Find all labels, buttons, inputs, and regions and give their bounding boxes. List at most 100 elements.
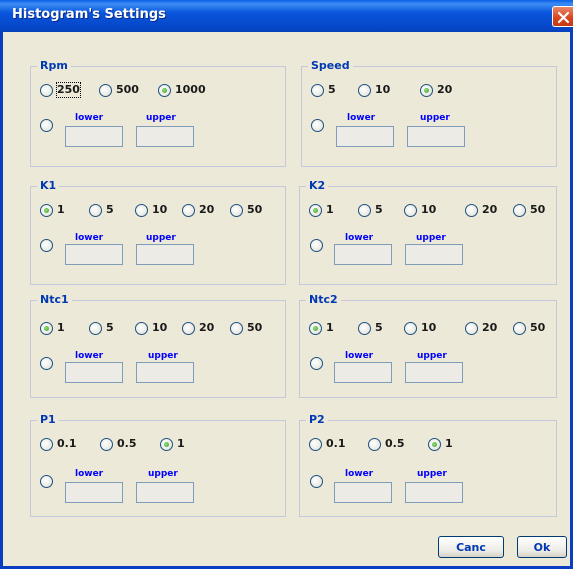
option-k2-10[interactable]: 10 bbox=[404, 202, 436, 218]
upper-input[interactable] bbox=[136, 244, 194, 265]
option-k2-1[interactable]: 1 bbox=[309, 202, 334, 218]
radio-custom-range[interactable] bbox=[40, 119, 53, 132]
option-ntc1-5[interactable]: 5 bbox=[89, 320, 114, 336]
option-speed-5[interactable]: 5 bbox=[311, 82, 336, 98]
group-rpm: Rpm 250 500 1000 lower upper bbox=[30, 59, 286, 167]
lower-input[interactable] bbox=[65, 244, 123, 265]
radio-custom-range[interactable] bbox=[40, 475, 53, 488]
upper-input[interactable] bbox=[405, 244, 463, 265]
option-ntc1-1[interactable]: 1 bbox=[40, 320, 65, 336]
lower-input[interactable] bbox=[65, 482, 123, 503]
option-k2-50[interactable]: 50 bbox=[513, 202, 545, 218]
radio-k2-10[interactable] bbox=[404, 203, 417, 217]
close-button[interactable] bbox=[552, 6, 573, 27]
cancel-button[interactable]: Canc bbox=[438, 536, 504, 558]
lower-input[interactable] bbox=[336, 126, 394, 147]
radio-k1-20[interactable] bbox=[182, 203, 195, 217]
option-label: 20 bbox=[482, 321, 498, 334]
upper-input[interactable] bbox=[405, 482, 463, 503]
radio-speed-10[interactable] bbox=[358, 83, 371, 97]
option-p1-1[interactable]: 1 bbox=[160, 436, 185, 452]
radio-p2-0.1[interactable] bbox=[309, 437, 322, 451]
radio-k2-50[interactable] bbox=[513, 203, 526, 217]
radio-ntc2-50[interactable] bbox=[513, 321, 526, 335]
upper-label: upper bbox=[148, 469, 178, 479]
radio-k1-50[interactable] bbox=[230, 203, 243, 217]
option-label: 10 bbox=[421, 203, 437, 216]
radio-custom-range[interactable] bbox=[40, 239, 53, 252]
radio-rpm-500[interactable] bbox=[99, 83, 112, 97]
radio-rpm-1000[interactable] bbox=[158, 83, 171, 97]
radio-ntc2-20[interactable] bbox=[465, 321, 478, 335]
option-label: 250 bbox=[56, 82, 81, 98]
radio-custom-range[interactable] bbox=[310, 357, 323, 370]
radio-p1-0.1[interactable] bbox=[40, 437, 53, 451]
option-k1-20[interactable]: 20 bbox=[182, 202, 214, 218]
lower-input[interactable] bbox=[334, 482, 392, 503]
option-ntc2-10[interactable]: 10 bbox=[404, 320, 436, 336]
radio-p1-0.5[interactable] bbox=[100, 437, 113, 451]
radio-k2-1[interactable] bbox=[309, 203, 322, 217]
option-ntc1-20[interactable]: 20 bbox=[182, 320, 214, 336]
option-rpm-1000[interactable]: 1000 bbox=[158, 82, 206, 98]
upper-input[interactable] bbox=[136, 482, 194, 503]
option-rpm-500[interactable]: 500 bbox=[99, 82, 139, 98]
lower-input[interactable] bbox=[334, 362, 392, 383]
radio-custom-range[interactable] bbox=[311, 119, 324, 132]
radio-rpm-250[interactable] bbox=[40, 83, 53, 97]
option-k1-10[interactable]: 10 bbox=[135, 202, 167, 218]
option-k1-50[interactable]: 50 bbox=[230, 202, 262, 218]
radio-speed-5[interactable] bbox=[311, 83, 324, 97]
upper-input[interactable] bbox=[136, 126, 194, 147]
upper-input[interactable] bbox=[136, 362, 194, 383]
option-ntc1-10[interactable]: 10 bbox=[135, 320, 167, 336]
radio-ntc1-1[interactable] bbox=[40, 321, 53, 335]
option-k2-5[interactable]: 5 bbox=[358, 202, 383, 218]
radio-p2-0.5[interactable] bbox=[368, 437, 381, 451]
radio-ntc1-20[interactable] bbox=[182, 321, 195, 335]
option-ntc1-50[interactable]: 50 bbox=[230, 320, 262, 336]
radio-k2-20[interactable] bbox=[465, 203, 478, 217]
radio-k2-5[interactable] bbox=[358, 203, 371, 217]
radio-ntc2-10[interactable] bbox=[404, 321, 417, 335]
ok-button[interactable]: Ok bbox=[517, 536, 567, 558]
lower-input[interactable] bbox=[334, 244, 392, 265]
option-ntc2-50[interactable]: 50 bbox=[513, 320, 545, 336]
upper-input[interactable] bbox=[407, 126, 465, 147]
option-p2-0.5[interactable]: 0.5 bbox=[368, 436, 405, 452]
option-k2-20[interactable]: 20 bbox=[465, 202, 497, 218]
radio-custom-range[interactable] bbox=[310, 239, 323, 252]
radio-speed-20[interactable] bbox=[420, 83, 433, 97]
lower-input[interactable] bbox=[65, 126, 123, 147]
option-k1-1[interactable]: 1 bbox=[40, 202, 65, 218]
radio-p2-1[interactable] bbox=[428, 437, 441, 451]
option-p2-1[interactable]: 1 bbox=[428, 436, 453, 452]
option-label: 50 bbox=[530, 203, 546, 216]
radio-ntc1-50[interactable] bbox=[230, 321, 243, 335]
radio-ntc1-10[interactable] bbox=[135, 321, 148, 335]
lower-input[interactable] bbox=[65, 362, 123, 383]
radio-ntc2-5[interactable] bbox=[358, 321, 371, 335]
radio-custom-range[interactable] bbox=[310, 475, 323, 488]
radio-p1-1[interactable] bbox=[160, 437, 173, 451]
option-p1-0.5[interactable]: 0.5 bbox=[100, 436, 137, 452]
radio-k1-5[interactable] bbox=[89, 203, 102, 217]
option-rpm-250[interactable]: 250 bbox=[40, 82, 81, 98]
option-p2-0.1[interactable]: 0.1 bbox=[309, 436, 346, 452]
radio-ntc1-5[interactable] bbox=[89, 321, 102, 335]
radio-custom-range[interactable] bbox=[40, 357, 53, 370]
title-bar[interactable]: Histogram's Settings bbox=[0, 0, 573, 32]
option-p1-0.1[interactable]: 0.1 bbox=[40, 436, 77, 452]
radio-k1-1[interactable] bbox=[40, 203, 53, 217]
option-speed-10[interactable]: 10 bbox=[358, 82, 390, 98]
option-ntc2-20[interactable]: 20 bbox=[465, 320, 497, 336]
option-k1-5[interactable]: 5 bbox=[89, 202, 114, 218]
group-ntc2: Ntc2 1 5 10 20 50 lower upper bbox=[299, 293, 557, 398]
option-ntc2-5[interactable]: 5 bbox=[358, 320, 383, 336]
option-speed-20[interactable]: 20 bbox=[420, 82, 452, 98]
upper-input[interactable] bbox=[405, 362, 463, 383]
radio-ntc2-1[interactable] bbox=[309, 321, 322, 335]
close-icon bbox=[557, 11, 570, 24]
option-ntc2-1[interactable]: 1 bbox=[309, 320, 334, 336]
radio-k1-10[interactable] bbox=[135, 203, 148, 217]
